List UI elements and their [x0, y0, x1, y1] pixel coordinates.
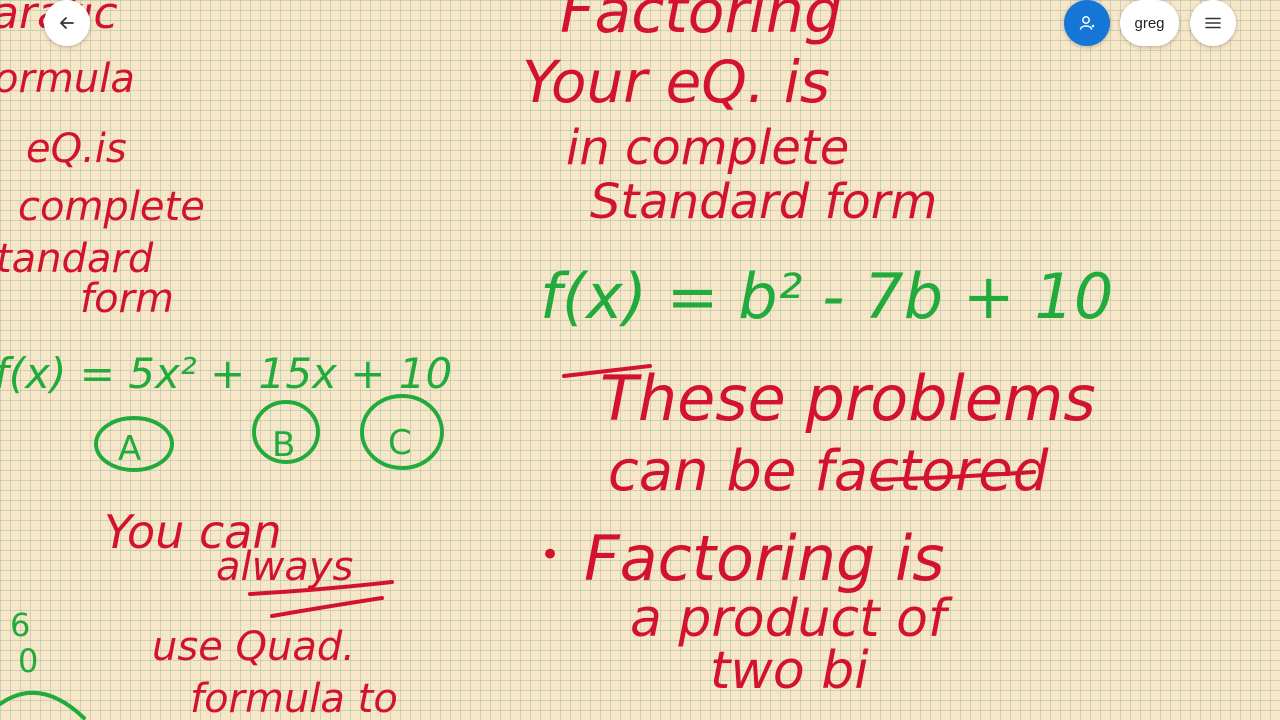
- label-c: C: [388, 423, 412, 463]
- right-line-two-bi: two bi: [710, 641, 869, 701]
- right-bullet: •: [540, 535, 560, 575]
- back-button[interactable]: [44, 0, 90, 46]
- user-name-button[interactable]: greg: [1120, 0, 1179, 46]
- account-button[interactable]: [1064, 0, 1110, 46]
- arrow-left-icon: [60, 17, 74, 29]
- right-notes-red: Factoring Your eQ. is in complete Standa…: [522, 0, 1096, 701]
- right-line-your-eq: Your eQ. is: [522, 48, 830, 116]
- left-note-formula-to: formula to: [190, 676, 398, 720]
- right-heading-factoring: Factoring: [560, 0, 842, 47]
- right-line-factoring-is: Factoring is: [584, 522, 945, 595]
- left-line-form: form: [80, 276, 174, 322]
- left-margin-digit-1: 6: [10, 606, 30, 644]
- left-note-always: always: [216, 544, 353, 590]
- user-name-label: greg: [1134, 14, 1165, 32]
- left-line-eq: eQ.is: [26, 126, 127, 172]
- underline-always-2: [270, 596, 384, 618]
- right-line-can-be-factored: can be factored: [608, 439, 1049, 504]
- left-equation: f(x) = 5x² + 15x + 10: [0, 349, 452, 398]
- right-line-standard-form: Standard form: [590, 174, 937, 230]
- right-equation: f(x) = b² - 7b + 10: [540, 260, 1113, 333]
- circle-partial-bottom: [0, 690, 86, 720]
- right-line-in-complete: in complete: [566, 120, 849, 176]
- left-margin-digit-2: 0: [18, 642, 38, 680]
- handwriting-layer: aratic ormula eQ.is complete tandard for…: [0, 0, 1113, 720]
- person-icon: [1079, 16, 1095, 30]
- menu-button[interactable]: [1190, 0, 1236, 46]
- left-note-use-quad: use Quad.: [152, 624, 355, 670]
- hamburger-menu-icon: [1205, 17, 1221, 29]
- right-line-product-of: a product of: [630, 589, 953, 649]
- right-notes-green: f(x) = b² - 7b + 10: [540, 260, 1113, 333]
- notebook-canvas[interactable]: aratic ormula eQ.is complete tandard for…: [0, 0, 1280, 720]
- right-line-these-problems: These problems: [600, 362, 1096, 435]
- left-formula-partial: ormula: [0, 56, 135, 102]
- label-a: A: [118, 429, 141, 469]
- left-line-complete: complete: [18, 184, 205, 230]
